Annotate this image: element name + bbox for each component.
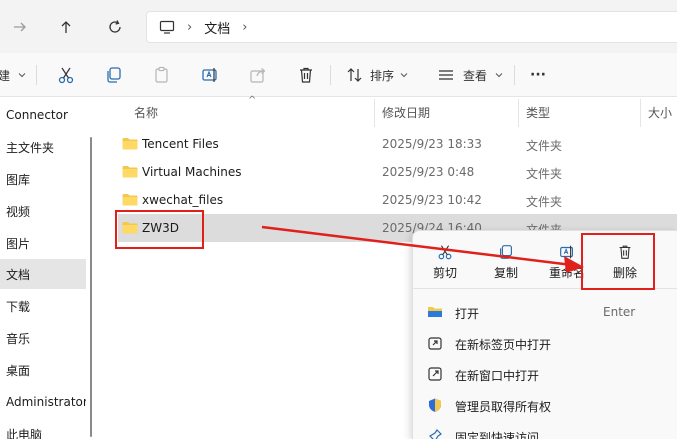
annotation-arrow <box>261 225 584 273</box>
